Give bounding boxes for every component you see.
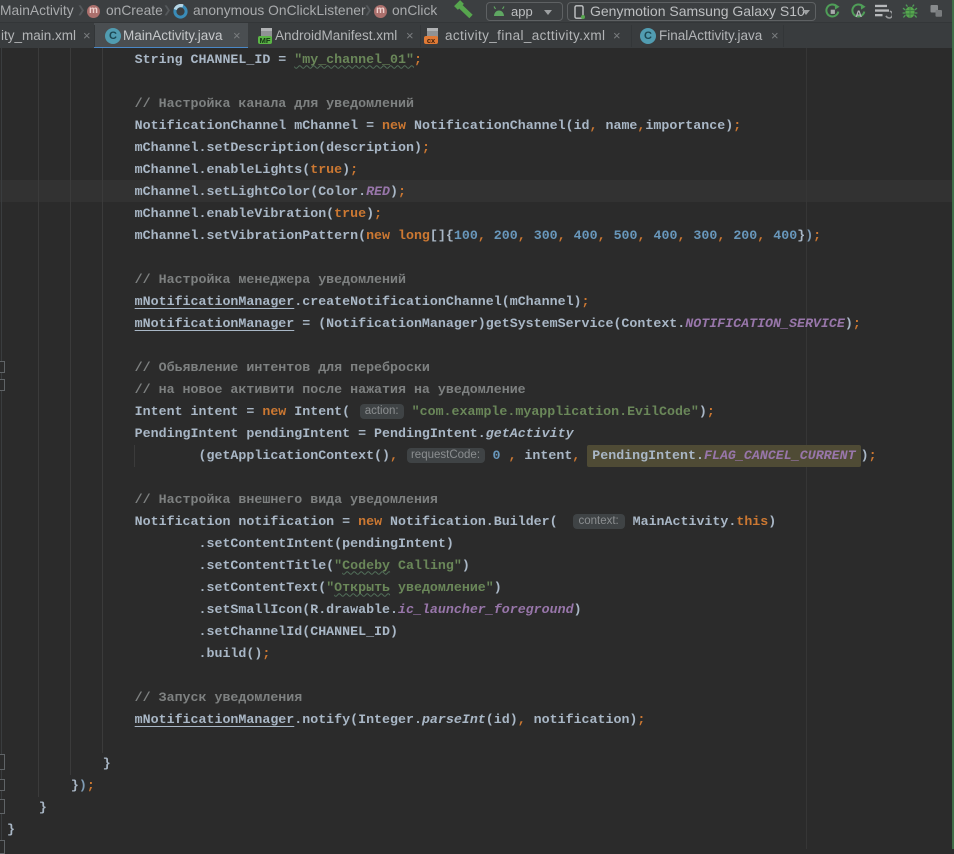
svg-text:A: A xyxy=(855,9,862,19)
